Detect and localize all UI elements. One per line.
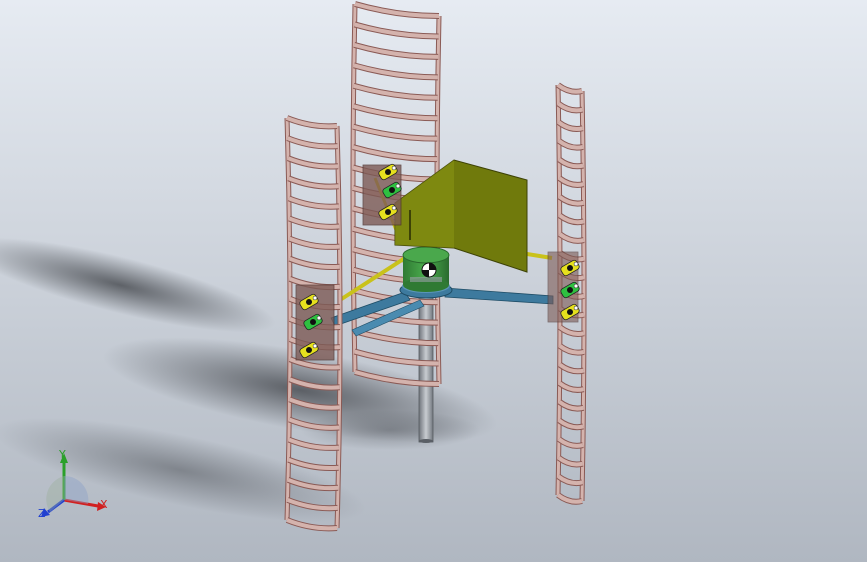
y-axis-label: Y [58, 448, 66, 461]
center-of-mass-icon [421, 262, 437, 278]
x-axis-label: X [100, 498, 108, 511]
z-axis-label: Z [38, 507, 46, 520]
model-canvas[interactable]: X Y Z [0, 0, 867, 562]
graphics-viewport[interactable]: X Y Z [0, 0, 867, 562]
tower-base [419, 439, 433, 443]
